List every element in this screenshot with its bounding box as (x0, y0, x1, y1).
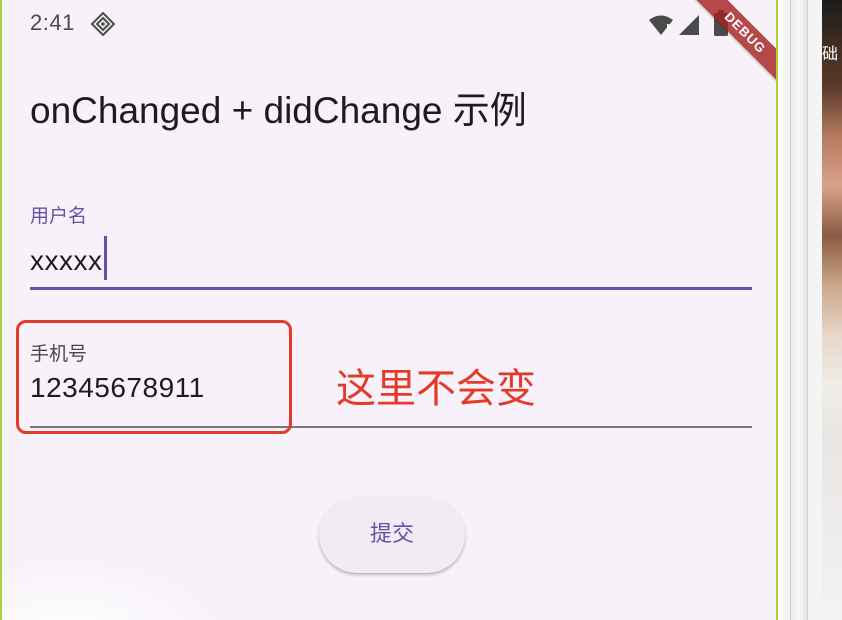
annotation-highlight-box (16, 320, 292, 434)
annotation-text: 这里不会变 (336, 366, 536, 412)
page-title: onChanged + didChange 示例 (30, 90, 527, 131)
desktop: 础 5 2:41 onChanged + didChange 示例 用户名 xx… (0, 0, 842, 620)
wifi-icon (649, 15, 673, 35)
adjacent-window-text-top: 础 (822, 44, 839, 63)
username-value: xxxxx (30, 245, 103, 276)
status-time: 2:41 (30, 10, 75, 35)
adjacent-window-text-bottom: 5 (822, 364, 833, 383)
status-bar: 2:41 (2, 0, 776, 48)
signal-icon (679, 15, 699, 35)
flutter-debug-icon (91, 12, 115, 36)
username-underline (30, 287, 752, 290)
emulator-screen: 2:41 onChanged + didChange 示例 用户名 xxxxx … (0, 0, 778, 620)
screen-glare (2, 560, 222, 620)
username-label: 用户名 (30, 205, 88, 227)
adjacent-window-scrollbar[interactable] (790, 0, 808, 620)
text-cursor (103, 236, 107, 280)
username-field[interactable]: xxxxx (30, 236, 107, 280)
submit-button[interactable]: 提交 (319, 497, 465, 573)
adjacent-window-image (822, 0, 842, 620)
